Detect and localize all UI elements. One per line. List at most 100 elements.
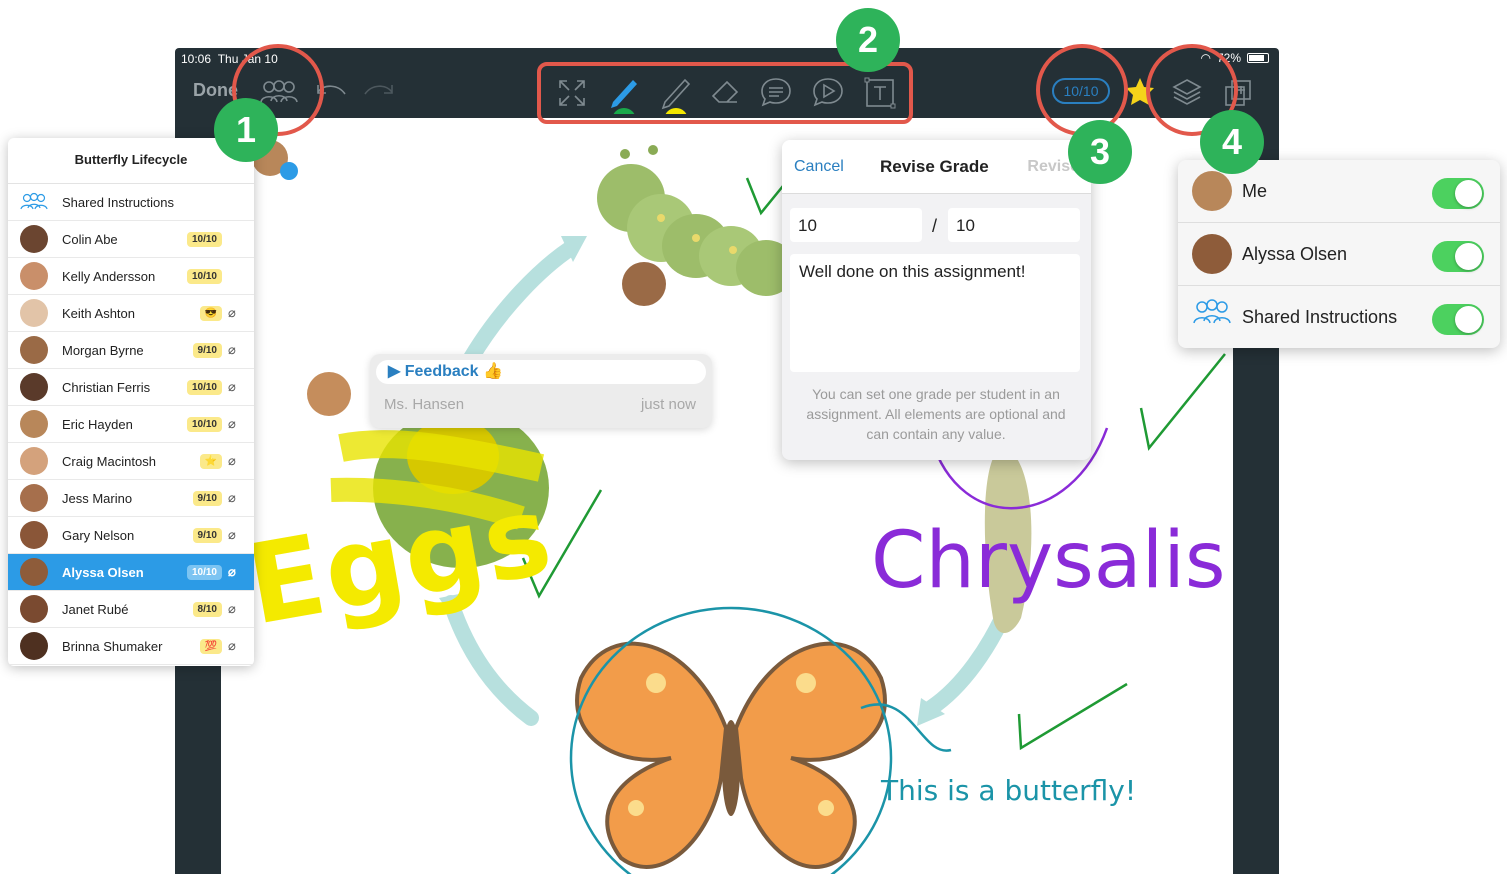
popover-header: Cancel Revise Grade Revise: [782, 140, 1091, 194]
attachment-icon: ⌀: [228, 638, 236, 653]
comment-indicator-icon[interactable]: [280, 162, 298, 180]
grade-badge: 10/10: [186, 416, 222, 432]
comment-field[interactable]: Well done on this assignment!: [790, 254, 1080, 372]
layer-label: Alyssa Olsen: [1242, 243, 1348, 264]
avatar: [20, 595, 48, 623]
avatar: [1192, 234, 1232, 274]
student-name: Christian Ferris: [62, 379, 151, 395]
student-name: Colin Abe: [62, 231, 118, 247]
student-name: Craig Macintosh: [62, 453, 156, 469]
revise-grade-popover: Cancel Revise Grade Revise 10 / 10 Well …: [782, 140, 1091, 460]
student-row[interactable]: Brinna Shumaker 💯 ⌀: [8, 628, 254, 665]
avatar: [20, 373, 48, 401]
callout-badge-4: 4: [1200, 110, 1264, 174]
callout-ring-grade: [1036, 44, 1128, 136]
score-separator: /: [932, 216, 938, 236]
student-avatar[interactable]: [622, 262, 666, 306]
avatar: [20, 632, 48, 660]
grade-badge: 8/10: [192, 601, 222, 617]
layers-popover: Me Alyssa Olsen Shared Instructions: [1178, 160, 1500, 348]
student-row[interactable]: Janet Rubé 8/10 ⌀: [8, 591, 254, 628]
layer-row-shared[interactable]: Shared Instructions: [1178, 286, 1500, 349]
avatar: [20, 262, 48, 290]
chrysalis-handwriting: Chrysalis: [871, 516, 1226, 606]
attachment-icon: ⌀: [228, 379, 236, 394]
layer-toggle[interactable]: [1432, 241, 1484, 272]
student-row[interactable]: Keith Ashton 😎 ⌀: [8, 295, 254, 332]
check-mark: [1139, 353, 1226, 451]
help-text: You can set one grade per student in an …: [806, 386, 1066, 442]
student-name: Janet Rubé: [62, 601, 129, 617]
student-name: Kelly Andersson: [62, 268, 156, 284]
grade-badge: 10/10: [186, 564, 222, 580]
grade-badge: 10/10: [186, 231, 222, 247]
grade-badge: 10/10: [186, 268, 222, 284]
attachment-icon: ⌀: [228, 527, 236, 542]
student-list-panel: Butterfly Lifecycle Shared Instructions …: [8, 138, 254, 666]
layer-row-student[interactable]: Alyssa Olsen: [1178, 223, 1500, 286]
student-row[interactable]: Morgan Byrne 9/10 ⌀: [8, 332, 254, 369]
avatar: [20, 336, 48, 364]
teacher-avatar[interactable]: [307, 372, 351, 416]
layer-label: Me: [1242, 180, 1268, 201]
avatar: [20, 484, 48, 512]
attachment-icon: ⌀: [228, 416, 236, 431]
score-field[interactable]: 10: [790, 208, 922, 242]
student-row[interactable]: Christian Ferris 10/10 ⌀: [8, 369, 254, 406]
attachment-icon: ⌀: [228, 601, 236, 616]
shared-instructions-row[interactable]: Shared Instructions: [8, 184, 254, 221]
student-name: Gary Nelson: [62, 527, 135, 543]
max-score-field[interactable]: 10: [948, 208, 1080, 242]
layer-toggle[interactable]: [1432, 178, 1484, 209]
redo-icon[interactable]: [363, 82, 395, 102]
butterfly-image: [569, 606, 952, 874]
student-name: Brinna Shumaker: [62, 638, 163, 654]
popover-title: Revise Grade: [880, 157, 989, 176]
check-mark: [1017, 682, 1128, 751]
student-name: Morgan Byrne: [62, 342, 144, 358]
student-name: Keith Ashton: [62, 305, 135, 321]
student-name: Eric Hayden: [62, 416, 133, 432]
student-row[interactable]: Alyssa Olsen 10/10 ⌀: [8, 554, 254, 591]
student-row[interactable]: Colin Abe 10/10: [8, 221, 254, 258]
grade-badge: 9/10: [192, 490, 222, 506]
callout-badge-3: 3: [1068, 120, 1132, 184]
battery-icon: [1247, 53, 1269, 63]
avatar: [20, 447, 48, 475]
cycle-arrow-left: [443, 595, 539, 726]
feedback-play-button[interactable]: ▶ Feedback 👍: [376, 360, 706, 384]
avatar: [20, 225, 48, 253]
avatar: [20, 410, 48, 438]
callout-badge-2: 2: [836, 8, 900, 72]
student-name: Jess Marino: [62, 490, 133, 506]
avatar: [20, 521, 48, 549]
group-icon: [20, 192, 48, 213]
student-row[interactable]: Craig Macintosh ⭐ ⌀: [8, 443, 254, 480]
butterfly-caption: This is a butterfly!: [881, 774, 1137, 807]
feedback-author: Ms. Hansen: [384, 396, 465, 413]
grade-badge: 10/10: [186, 379, 222, 395]
feedback-time: just now: [640, 396, 696, 413]
student-row[interactable]: Kelly Andersson 10/10: [8, 258, 254, 295]
feedback-bubble[interactable]: ▶ Feedback 👍 Ms. Hansen just now: [370, 354, 712, 428]
student-row[interactable]: Gary Nelson 9/10 ⌀: [8, 517, 254, 554]
shared-instructions-label: Shared Instructions: [62, 194, 175, 210]
layer-toggle[interactable]: [1432, 304, 1484, 335]
grade-badge: 9/10: [192, 527, 222, 543]
layer-label: Shared Instructions: [1242, 307, 1398, 327]
grade-badge: 💯: [199, 638, 222, 654]
grade-badge: 9/10: [192, 342, 222, 358]
attachment-icon: ⌀: [228, 305, 236, 320]
callout-ring-tools: [537, 62, 913, 124]
avatar: [20, 558, 48, 586]
attachment-icon: ⌀: [228, 490, 236, 505]
cycle-arrow-top: [463, 240, 579, 366]
student-name: Alyssa Olsen: [62, 564, 144, 580]
student-row[interactable]: Jess Marino 9/10 ⌀: [8, 480, 254, 517]
grade-badge: ⭐: [199, 453, 222, 469]
cancel-button[interactable]: Cancel: [794, 158, 844, 176]
attachment-icon: ⌀: [228, 342, 236, 357]
student-row[interactable]: Eric Hayden 10/10 ⌀: [8, 406, 254, 443]
callout-badge-1: 1: [214, 98, 278, 162]
attachment-icon: ⌀: [228, 564, 236, 579]
